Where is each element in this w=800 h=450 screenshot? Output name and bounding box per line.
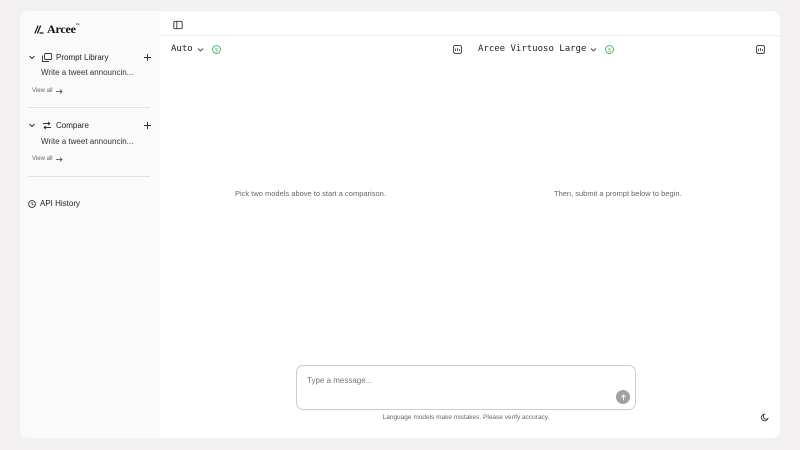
message-input[interactable] [307, 374, 607, 386]
compare-item[interactable]: Write a tweet announcin... [41, 137, 133, 146]
clock-icon [28, 199, 36, 208]
model-select-right[interactable]: Arcee Virtuoso Large $ [478, 44, 615, 54]
model-name: Arcee Virtuoso Large [478, 44, 587, 54]
brand-logo[interactable]: Arcee™ [34, 21, 80, 37]
card-icon[interactable] [756, 45, 765, 54]
prompt-library-item[interactable]: Write a tweet announcin... [41, 68, 133, 77]
chevron-down-icon[interactable] [28, 53, 36, 61]
chevron-down-icon [197, 47, 204, 52]
compare-arrows-icon [43, 120, 51, 130]
divider [28, 107, 150, 108]
moon-icon[interactable] [761, 413, 770, 422]
section-prompt-library[interactable]: Prompt Library [28, 50, 152, 64]
section-label: Compare [56, 120, 89, 130]
view-all-label: View all [32, 88, 53, 94]
divider [28, 176, 150, 177]
add-comparison-icon[interactable] [143, 121, 152, 130]
dollar-circle-icon: $ [211, 44, 221, 54]
send-button[interactable] [616, 390, 630, 404]
view-all-label: View all [32, 156, 53, 162]
panel-left-icon[interactable] [173, 20, 183, 30]
brand-name: Arcee™ [47, 21, 80, 36]
dollar-circle-icon: $ [605, 44, 615, 54]
disclaimer-text: Language models make mistakes. Please ve… [382, 414, 550, 421]
arcee-logo-icon [34, 25, 44, 34]
chevron-down-icon[interactable] [28, 121, 36, 129]
library-icon [42, 52, 52, 62]
arrow-up-icon [620, 393, 626, 400]
sidebar: Arcee™ Prompt Library Write a tweet anno… [20, 11, 160, 438]
section-compare[interactable]: Compare [28, 118, 152, 132]
model-select-left[interactable]: Auto $ [171, 44, 221, 54]
message-composer [296, 365, 636, 410]
arrow-right-icon [55, 88, 63, 94]
svg-text:$: $ [214, 47, 217, 53]
section-label: Prompt Library [56, 52, 109, 62]
api-history-label: API History [40, 199, 81, 208]
app-window: Arcee™ Prompt Library Write a tweet anno… [20, 11, 780, 438]
chevron-down-icon [591, 47, 597, 52]
left-panel-hint: Pick two models above to start a compari… [235, 189, 386, 198]
card-icon[interactable] [453, 45, 462, 54]
add-prompt-icon[interactable] [143, 53, 152, 62]
main-area: Auto $ Arcee Virtuoso Large $ Pick two m… [160, 11, 780, 438]
svg-text:$: $ [608, 47, 611, 53]
model-name: Auto [171, 44, 193, 54]
right-panel-hint: Then, submit a prompt below to begin. [554, 189, 682, 198]
header-divider [160, 35, 780, 36]
api-history-link[interactable]: API History [28, 199, 80, 208]
view-all-prompts-link[interactable]: View all [32, 88, 63, 94]
arrow-right-icon [55, 156, 63, 162]
view-all-compare-link[interactable]: View all [32, 156, 63, 162]
